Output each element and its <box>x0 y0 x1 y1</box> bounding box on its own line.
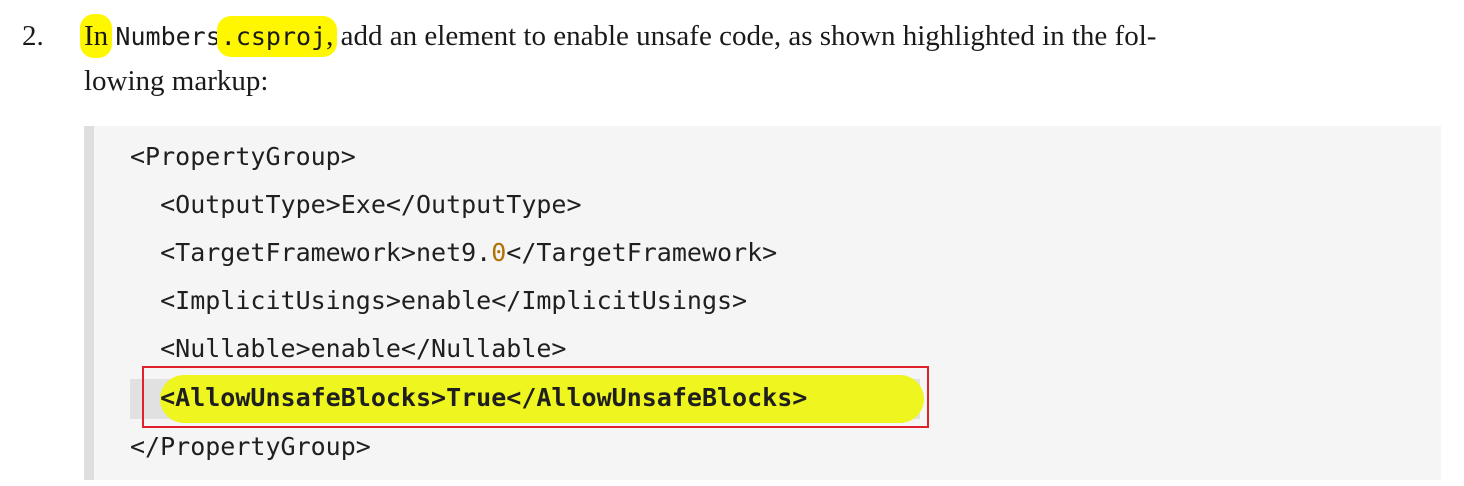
step-line-1: In Numbers.csproj, add an element to ena… <box>80 14 1444 59</box>
step-line-2: lowing markup: <box>84 65 269 97</box>
number-literal: 0 <box>491 238 507 267</box>
code-line-5: <Nullable>enable</Nullable> <box>130 334 567 363</box>
code-line-4: <ImplicitUsings>enable</ImplicitUsings> <box>130 286 748 315</box>
code-line-2: <OutputType>Exe</OutputType> <box>130 190 582 219</box>
step-text: In Numbers.csproj, add an element to ena… <box>80 14 1444 104</box>
filename-code: Numbers <box>115 22 221 51</box>
highlight-extension: .csproj, <box>216 16 338 57</box>
highlight-in: In <box>80 14 113 58</box>
step-number: 2. <box>22 20 44 52</box>
extension-code: .csproj <box>220 22 327 51</box>
step-line-1-rest: add an element to enable unsafe code, as… <box>333 20 1157 52</box>
code-line-3-a: <TargetFramework>net9. <box>130 238 492 267</box>
code-line-3: <TargetFramework>net9.0</TargetFramework… <box>130 236 777 270</box>
code-line-1: <PropertyGroup> <box>130 142 356 171</box>
code-line-3-b: </TargetFramework> <box>506 238 778 267</box>
callout-box <box>142 366 929 428</box>
code-line-7: </PropertyGroup> <box>130 432 371 461</box>
